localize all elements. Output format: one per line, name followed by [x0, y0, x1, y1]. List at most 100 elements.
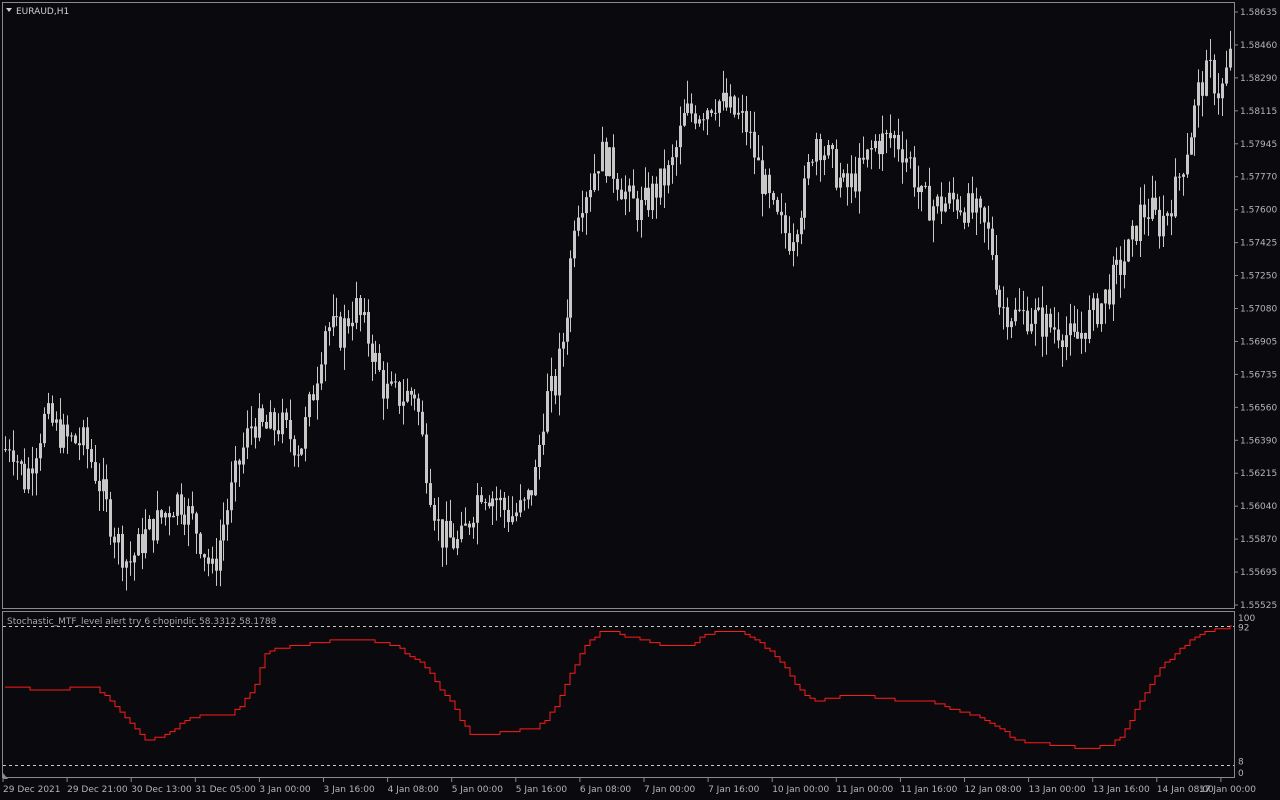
candle-body [803, 178, 806, 218]
chart-window[interactable]: 1.58635 1.58460 1.58290 1.58115 1.57945 1.577… [0, 0, 1280, 800]
candle-body [347, 318, 350, 327]
candle-body [355, 298, 358, 323]
candle-body [12, 450, 15, 462]
candle-body [874, 140, 877, 149]
candle-body [831, 144, 834, 150]
stochastic-layer [5, 625, 1232, 749]
candle-body [495, 498, 498, 501]
candle-body [1049, 313, 1052, 328]
candle-body [772, 193, 775, 200]
candle-body [1006, 307, 1009, 328]
level-label-0: 0 [1238, 769, 1244, 779]
candle-body [43, 413, 46, 444]
candle-body [304, 417, 307, 449]
candle-body [593, 173, 596, 191]
candle-body [706, 110, 709, 120]
candle-body [1104, 289, 1107, 304]
candle-body [62, 424, 65, 448]
candle-body [515, 512, 518, 517]
chart-title: EURAUD,H1 [16, 7, 69, 17]
chevron-down-icon[interactable] [6, 8, 12, 12]
candle-body [940, 196, 943, 212]
candle-body [1034, 309, 1037, 324]
candle-body [164, 513, 167, 518]
candle-body [172, 515, 175, 518]
candle-body [335, 316, 338, 318]
candle-body [924, 185, 927, 187]
candle-body [456, 539, 459, 549]
candle-body [390, 381, 393, 384]
candle-body [499, 497, 502, 501]
candle-body [722, 92, 725, 102]
candle-body [554, 375, 557, 396]
candle-body [300, 448, 303, 455]
candle-body [39, 443, 42, 459]
candle-body [671, 157, 674, 166]
candle-body [597, 171, 600, 174]
candle-body [913, 157, 916, 188]
candle-body [811, 161, 814, 163]
candle-body [628, 185, 631, 192]
price-axis: 1.58635 1.58460 1.58290 1.58115 1.57945 1.577… [1234, 8, 1277, 611]
candle-body [956, 199, 959, 211]
candle-body [566, 317, 569, 342]
candle-body [180, 494, 183, 515]
time-tick-label: 3 Jan 16:00 [324, 785, 376, 795]
candle-body [109, 499, 112, 537]
candle-body [917, 187, 920, 193]
price-tick-label: 1.57425 [1240, 239, 1277, 249]
candle-body [359, 298, 362, 316]
candle-body [1174, 176, 1177, 217]
candle-body [737, 112, 740, 115]
candle-body [854, 173, 857, 192]
candle-body [195, 513, 198, 534]
time-tick-label: 13 Jan 16:00 [1093, 785, 1150, 795]
candle-body [281, 412, 284, 435]
candle-body [1197, 82, 1200, 106]
candle-body [472, 522, 475, 528]
candle-body [944, 203, 947, 212]
candle-body [1018, 309, 1021, 311]
candle-body [1158, 209, 1161, 237]
candle-body [581, 213, 584, 218]
price-tick-label: 1.58460 [1240, 41, 1277, 51]
candle-body [168, 513, 171, 518]
candle-body [530, 490, 533, 496]
candle-body [1108, 289, 1111, 305]
candle-body [47, 403, 50, 414]
level-label-92: 92 [1238, 624, 1249, 634]
candle-body [4, 449, 7, 451]
candle-body [152, 519, 155, 541]
candle-body [437, 519, 440, 521]
candle-body [694, 113, 697, 124]
candle-body [59, 419, 62, 448]
candle-body [1100, 303, 1103, 325]
candle-body [503, 497, 506, 510]
candle-body [1026, 310, 1029, 332]
candle-body [191, 506, 194, 514]
price-tick-label: 1.55525 [1240, 601, 1277, 611]
candle-body [889, 132, 892, 139]
candle-body [398, 382, 401, 406]
candle-body [1186, 154, 1189, 175]
candle-body [1127, 239, 1130, 262]
candle-body [480, 495, 483, 503]
candle-body [655, 183, 658, 198]
candle-body [1190, 137, 1193, 155]
candle-body [659, 168, 662, 198]
candle-body [788, 233, 791, 252]
candle-body [413, 394, 416, 399]
price-tick-label: 1.56040 [1240, 502, 1277, 512]
time-tick-label: 29 Dec 21:00 [67, 785, 128, 795]
candle-body [258, 408, 261, 438]
price-tick-label: 1.55695 [1240, 568, 1277, 578]
candle-body [86, 427, 89, 450]
candle-body [374, 352, 377, 362]
candle-body [35, 458, 38, 474]
candle-body [975, 198, 978, 213]
candle-body [382, 369, 385, 399]
candle-body [441, 519, 444, 548]
candle-body [589, 190, 592, 198]
time-tick-label: 5 Jan 16:00 [516, 785, 568, 795]
candle-body [70, 435, 73, 437]
